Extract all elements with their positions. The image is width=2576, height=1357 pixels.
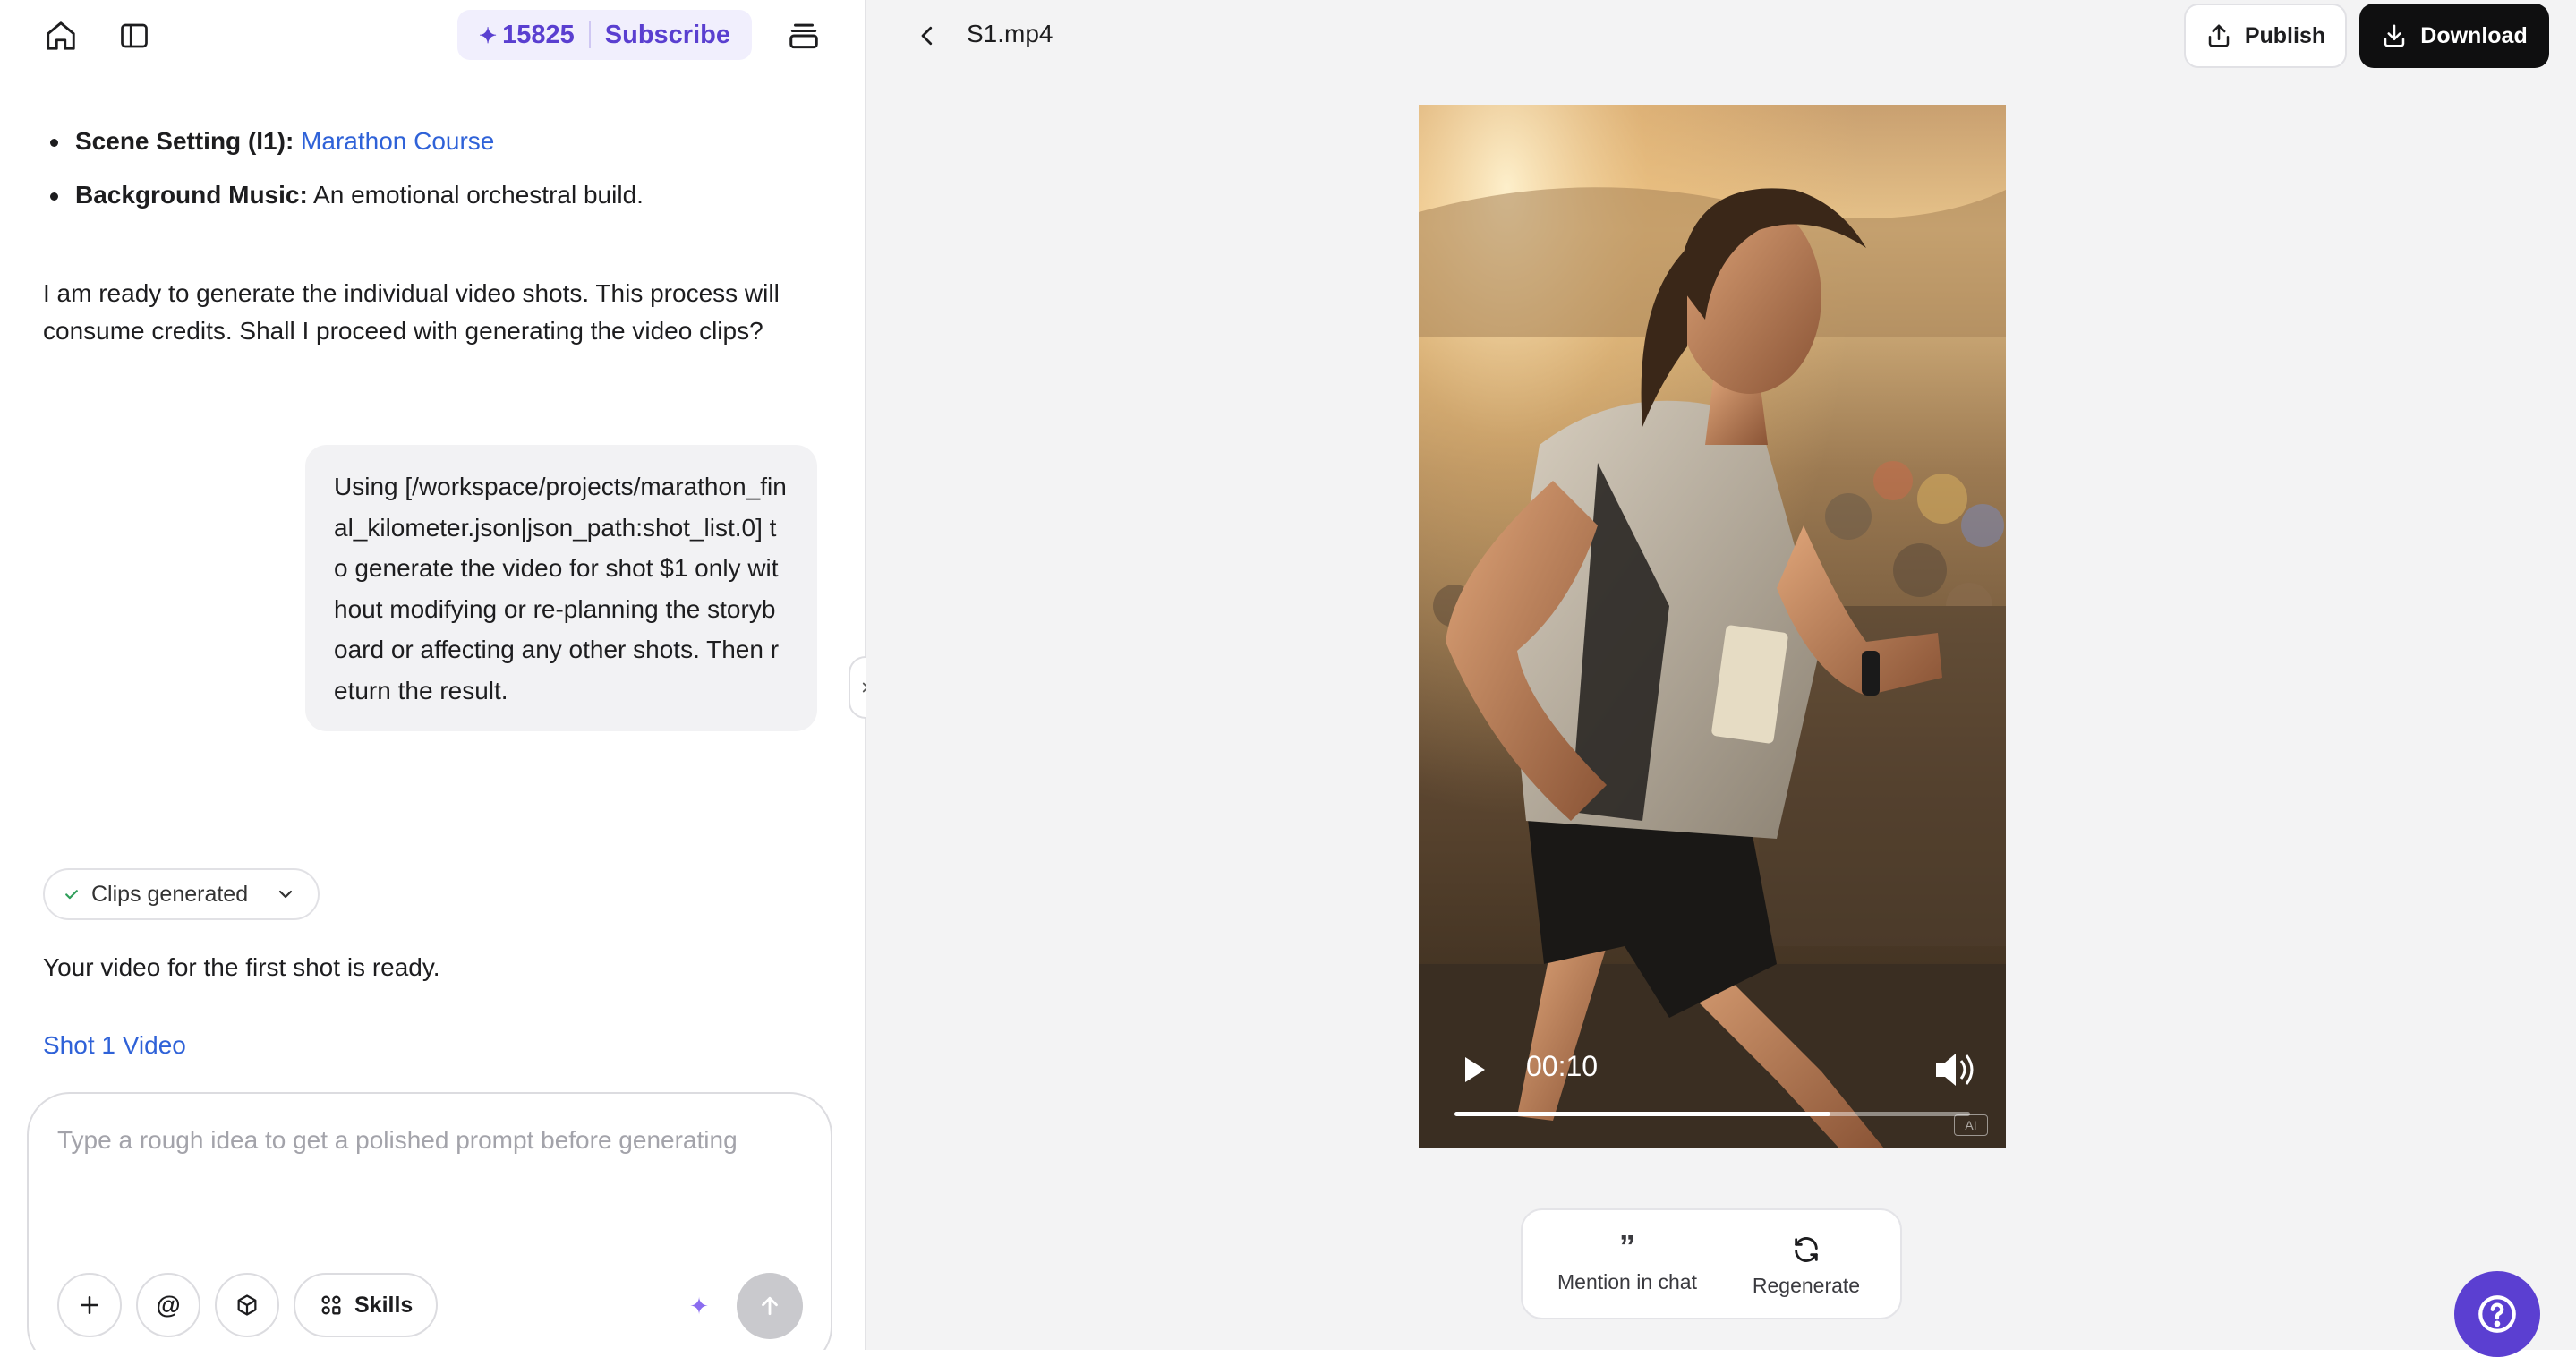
skills-button[interactable]: Skills [294,1273,439,1337]
assistant-message: I am ready to generate the individual vi… [43,279,780,345]
grid-icon [321,1295,341,1315]
video-player[interactable]: 00:10 AI [1419,105,2006,1148]
result-message: Your video for the first shot is ready. [43,953,440,981]
video-time: 00:10 [1526,1050,1599,1082]
download-button[interactable]: Download [2359,4,2549,68]
quote-icon: ” [1619,1227,1635,1265]
video-action-bar: ” Mention in chat Regenerate [1521,1208,1902,1319]
publish-label: Publish [2244,22,2326,48]
ai-badge: AI [1954,1114,1988,1136]
status-label: Clips generated [91,881,249,907]
video-frame-runner [1419,105,2006,1148]
check-icon [63,885,81,903]
enhance-sparkle-icon[interactable]: ✦ [684,1291,714,1321]
shot-details-list: Scene Setting (I1): Marathon Course Back… [50,124,644,231]
clips-generated-toggle[interactable]: Clips generated [43,868,320,920]
chevron-down-icon [275,883,296,905]
publish-button[interactable]: Publish [2184,4,2347,68]
scene-setting-link[interactable]: Marathon Course [301,127,494,155]
chat-topbar: ✦ 15825 Subscribe [0,0,865,72]
bullet-value: An emotional orchestral build. [313,181,644,209]
sidebar-toggle-icon[interactable] [113,16,156,55]
at-icon: @ [156,1291,181,1319]
cube-icon [237,1294,257,1316]
list-item: Scene Setting (I1): Marathon Course [50,124,644,159]
skills-label: Skills [354,1292,414,1318]
home-icon[interactable] [39,16,82,55]
mention-in-chat-button[interactable]: ” Mention in chat [1551,1210,1703,1321]
arrow-up-icon [762,1296,778,1316]
chat-panel: ✦ 15825 Subscribe Scene Setting (I1): Mar… [0,0,866,1350]
mention-button[interactable]: @ [136,1273,200,1337]
refresh-icon [1795,1236,1818,1262]
subscribe-link[interactable]: Subscribe [605,21,730,50]
user-message-bubble: Using [/workspace/projects/marathon_fina… [305,445,817,731]
bullet-label: Background Music: [75,181,308,209]
regenerate-label: Regenerate [1752,1273,1861,1297]
sparkle-icon: ✦ [479,23,498,48]
prompt-input[interactable]: Type a rough idea to get a polished prom… [57,1126,738,1155]
cube-button[interactable] [215,1273,279,1337]
download-label: Download [2420,22,2528,48]
progress-fill [1454,1112,1831,1116]
help-icon [2478,1295,2516,1333]
preview-panel: S1.mp4 Publish Download 00:10 AI ” Menti… [866,0,2576,1357]
shot-video-link[interactable]: Shot 1 Video [43,1027,831,1064]
divider [588,21,591,48]
file-title: S1.mp4 [967,20,1053,47]
bullet-label: Scene Setting (I1): [75,127,294,155]
regenerate-button[interactable]: Regenerate [1730,1210,1882,1321]
mention-label: Mention in chat [1557,1269,1697,1293]
back-icon[interactable] [909,18,945,54]
send-button[interactable] [737,1273,803,1339]
credits-pill[interactable]: ✦ 15825 Subscribe [457,10,752,60]
help-button[interactable] [2454,1271,2540,1357]
credits-count: ✦ 15825 [479,20,575,49]
progress-bar[interactable] [1454,1112,1970,1116]
add-button[interactable] [57,1273,122,1337]
stack-icon[interactable] [782,16,825,55]
list-item: Background Music: An emotional orchestra… [50,177,644,213]
share-icon [2208,24,2230,47]
download-icon [2384,24,2405,47]
